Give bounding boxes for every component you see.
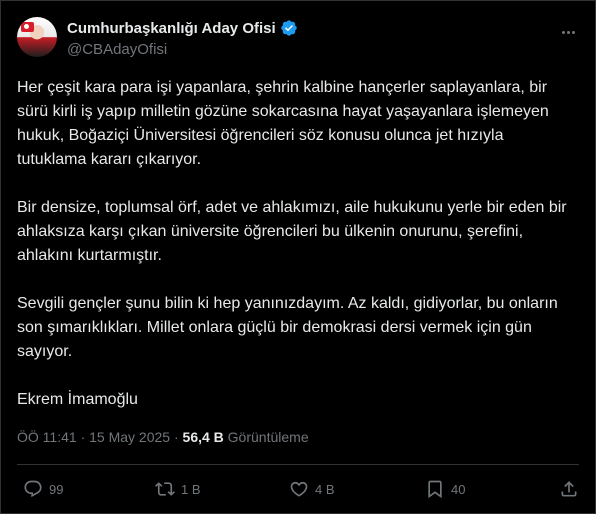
bookmark-icon xyxy=(428,480,442,499)
avatar[interactable] xyxy=(17,17,57,57)
author-name-row: Cumhurbaşkanlığı Aday Ofisi xyxy=(67,19,298,37)
reply-count: 99 xyxy=(49,481,64,497)
author-handle[interactable]: @CBAdayOfisi xyxy=(67,41,167,58)
tweet-text: Her çeşit kara para işi yapanlara, şehri… xyxy=(17,76,577,412)
verified-badge-icon[interactable] xyxy=(280,19,298,37)
tweet-signature: Ekrem İmamoğlu xyxy=(17,391,138,408)
share-button[interactable] xyxy=(559,477,579,501)
share-icon xyxy=(561,481,577,497)
tweet-paragraph: Bir densize, toplumsal örf, adet ve ahla… xyxy=(17,199,567,264)
tweet-header: Cumhurbaşkanlığı Aday Ofisi @CBAdayOfisi xyxy=(17,15,579,59)
heart-icon xyxy=(290,481,308,497)
meta-separator: · xyxy=(173,429,179,445)
bookmark-button[interactable]: 40 xyxy=(425,477,465,501)
views-count: 56,4 B xyxy=(182,429,224,445)
reply-icon xyxy=(24,480,42,498)
tweet-card: Cumhurbaşkanlığı Aday Ofisi @CBAdayOfisi… xyxy=(0,0,596,514)
meta-separator: · xyxy=(80,429,86,445)
tweet-paragraph: Her çeşit kara para işi yapanlara, şehri… xyxy=(17,79,549,168)
like-button[interactable]: 4 B xyxy=(289,477,335,501)
reply-button[interactable]: 99 xyxy=(23,477,63,501)
author-display-name[interactable]: Cumhurbaşkanlığı Aday Ofisi xyxy=(67,20,276,37)
views-label: Görüntüleme xyxy=(227,429,309,445)
retweet-icon xyxy=(155,482,175,496)
retweet-count: 1 B xyxy=(181,481,201,497)
retweet-button[interactable]: 1 B xyxy=(155,477,201,501)
bookmark-count: 40 xyxy=(451,481,466,497)
tweet-date[interactable]: 15 May 2025 xyxy=(89,429,170,445)
like-count: 4 B xyxy=(315,481,335,497)
tweet-meta: ÖÖ 11:41 · 15 May 2025 · 56,4 B Görüntül… xyxy=(17,429,309,445)
more-options-icon[interactable] xyxy=(557,21,579,43)
divider xyxy=(17,464,579,465)
action-bar: 99 1 B 4 B 40 xyxy=(17,477,579,501)
flag-icon xyxy=(21,22,34,32)
tweet-paragraph: Sevgili gençler şunu bilin ki hep yanını… xyxy=(17,295,558,360)
tweet-time[interactable]: ÖÖ 11:41 xyxy=(17,429,77,445)
